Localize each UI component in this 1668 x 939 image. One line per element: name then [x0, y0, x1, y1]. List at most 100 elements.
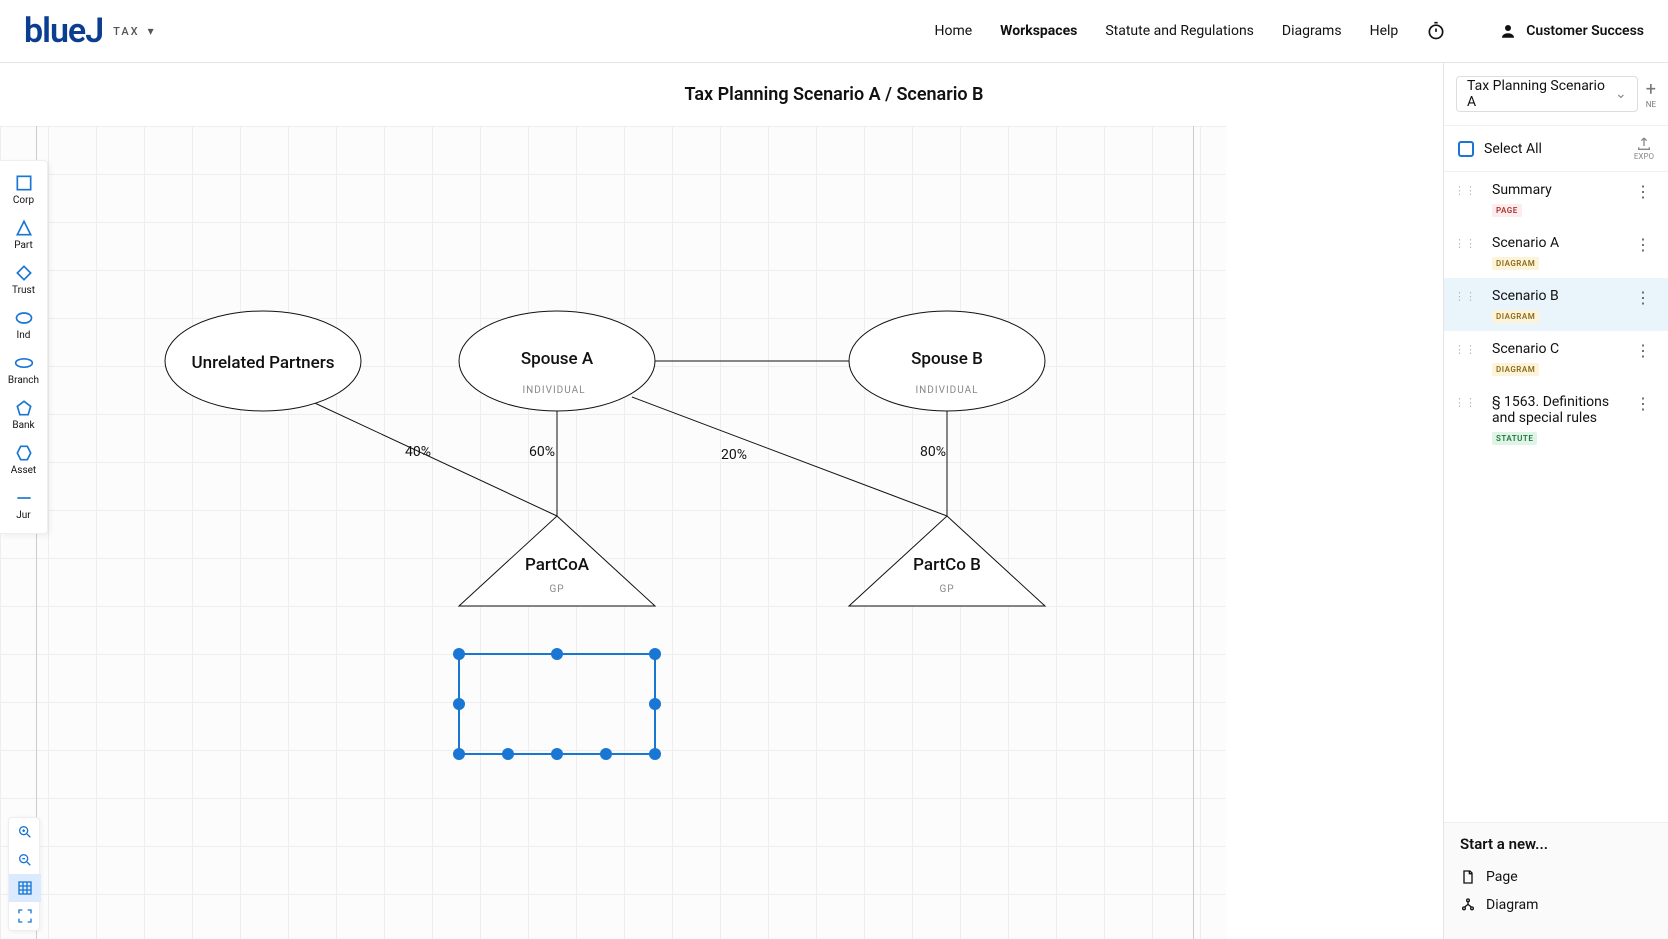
nav-help[interactable]: Help — [1370, 23, 1399, 39]
shape-bank[interactable]: Bank — [0, 392, 47, 437]
user-icon — [1498, 21, 1518, 41]
chevron-down-icon: ⌄ — [1615, 86, 1627, 102]
item-title: Scenario B — [1492, 288, 1624, 304]
canvas[interactable]: 40% 60% 20% 80% Unrelated Partners Spous… — [0, 126, 1226, 939]
shape-asset[interactable]: Asset — [0, 437, 47, 482]
diamond-icon — [14, 263, 34, 283]
product-switcher-caret[interactable]: ▾ — [148, 24, 154, 38]
topbar: blueJ TAX ▾ Home Workspaces Statute and … — [0, 0, 1668, 63]
drag-handle-icon[interactable]: ⋮⋮ — [1454, 344, 1476, 355]
fit-icon — [17, 908, 33, 924]
shape-corp[interactable]: Corp — [0, 167, 47, 212]
hexagon-icon — [14, 443, 34, 463]
list-item-1[interactable]: ⋮⋮ Scenario A DIAGRAM ⋮ — [1444, 225, 1668, 278]
shape-part[interactable]: Part — [0, 212, 47, 257]
line-icon — [14, 488, 34, 508]
square-icon — [14, 173, 34, 193]
edge-label-20: 20% — [721, 447, 747, 463]
rsb-header: Tax Planning Scenario A ⌄ + NE — [1444, 63, 1668, 126]
zoom-in-button[interactable] — [9, 818, 41, 846]
more-icon[interactable]: ⋮ — [1632, 396, 1654, 412]
edge-label-80: 80% — [920, 444, 946, 460]
logo-brand: blueJ — [24, 11, 103, 51]
item-tag: DIAGRAM — [1492, 310, 1539, 323]
stopwatch-icon[interactable] — [1426, 21, 1446, 41]
zoom-out-icon — [17, 852, 33, 868]
scenario-select[interactable]: Tax Planning Scenario A ⌄ — [1456, 76, 1638, 112]
ellipse-wide-icon — [14, 353, 34, 373]
svg-text:PartCo B: PartCo B — [913, 555, 981, 575]
list-item-0[interactable]: ⋮⋮ Summary PAGE ⋮ — [1444, 172, 1668, 225]
item-title: Summary — [1492, 182, 1624, 198]
nav-statute[interactable]: Statute and Regulations — [1105, 23, 1254, 39]
shape-branch[interactable]: Branch — [0, 347, 47, 392]
new-page-button[interactable]: Page — [1460, 863, 1652, 891]
item-title: Scenario C — [1492, 341, 1624, 357]
select-all-checkbox[interactable] — [1458, 141, 1474, 157]
drag-handle-icon[interactable]: ⋮⋮ — [1454, 185, 1476, 196]
item-tag: DIAGRAM — [1492, 257, 1539, 270]
node-partco-a[interactable]: PartCoA GP — [459, 516, 655, 606]
nav-home[interactable]: Home — [934, 23, 972, 39]
node-partco-b[interactable]: PartCo B GP — [849, 516, 1045, 606]
svg-text:Unrelated Partners: Unrelated Partners — [192, 353, 335, 373]
more-icon[interactable]: ⋮ — [1632, 237, 1654, 253]
logo-tax: TAX — [113, 25, 139, 38]
svg-text:GP: GP — [549, 584, 564, 595]
list-item-2[interactable]: ⋮⋮ Scenario B DIAGRAM ⋮ — [1444, 278, 1668, 331]
more-icon[interactable]: ⋮ — [1632, 184, 1654, 200]
export-button[interactable]: EXPO — [1634, 136, 1654, 161]
selected-shape[interactable] — [453, 648, 661, 760]
logo[interactable]: blueJ — [24, 11, 103, 51]
grid-icon — [17, 880, 33, 896]
edge-spouseA-partB[interactable] — [632, 397, 947, 516]
nav-workspaces[interactable]: Workspaces — [1000, 23, 1077, 39]
shape-jur[interactable]: Jur — [0, 482, 47, 527]
drag-handle-icon[interactable]: ⋮⋮ — [1454, 291, 1476, 302]
new-diagram-button[interactable]: Diagram — [1460, 891, 1652, 919]
drag-handle-icon[interactable]: ⋮⋮ — [1454, 397, 1476, 408]
more-icon[interactable]: ⋮ — [1632, 290, 1654, 306]
page-icon — [1460, 869, 1476, 885]
svg-text:Spouse B: Spouse B — [911, 349, 983, 369]
shape-ind[interactable]: Ind — [0, 302, 47, 347]
item-tag: DIAGRAM — [1492, 363, 1539, 376]
nav-links: Home Workspaces Statute and Regulations … — [934, 21, 1644, 41]
zoom-out-button[interactable] — [9, 846, 41, 874]
select-all-row: Select All EXPO — [1444, 126, 1668, 172]
edge-label-60: 60% — [529, 444, 555, 460]
item-tag: PAGE — [1492, 204, 1522, 217]
node-unrelated-partners[interactable]: Unrelated Partners — [165, 311, 361, 411]
zoom-in-icon — [17, 824, 33, 840]
nav-diagrams[interactable]: Diagrams — [1282, 23, 1342, 39]
node-spouse-a[interactable]: Spouse A INDIVIDUAL — [459, 311, 655, 411]
right-sidebar: Tax Planning Scenario A ⌄ + NE Select Al… — [1443, 63, 1668, 939]
list-item-4[interactable]: ⋮⋮ § 1563. Definitions and special rules S… — [1444, 384, 1668, 453]
export-icon — [1636, 136, 1652, 152]
grid-toggle-button[interactable] — [9, 874, 41, 902]
drag-handle-icon[interactable]: ⋮⋮ — [1454, 238, 1476, 249]
shape-trust[interactable]: Trust — [0, 257, 47, 302]
fit-screen-button[interactable] — [9, 902, 41, 930]
user-name: Customer Success — [1526, 23, 1644, 39]
node-spouse-b[interactable]: Spouse B INDIVIDUAL — [849, 311, 1045, 411]
more-icon[interactable]: ⋮ — [1632, 343, 1654, 359]
user-block[interactable]: Customer Success — [1498, 21, 1644, 41]
item-tag: STATUTE — [1492, 432, 1537, 445]
svg-text:PartCoA: PartCoA — [525, 555, 590, 575]
svg-text:Spouse A: Spouse A — [521, 349, 594, 369]
pentagon-icon — [14, 398, 34, 418]
ellipse-icon — [14, 308, 34, 328]
edge-label-40: 40% — [405, 444, 431, 460]
svg-text:INDIVIDUAL: INDIVIDUAL — [915, 385, 978, 396]
item-title: Scenario A — [1492, 235, 1624, 251]
new-workspace-button[interactable]: + NE — [1646, 79, 1656, 109]
rsb-footer: Start a new... Page Diagram — [1444, 822, 1668, 939]
triangle-icon — [14, 218, 34, 238]
item-list: ⋮⋮SummaryPAGE⋮⋮⋮Scenario ADIAGRAM⋮⋮⋮Scen… — [1444, 172, 1668, 822]
doc-title: Tax Planning Scenario A / Scenario B — [685, 84, 984, 105]
docbar: Tax Planning Scenario A / Scenario B DOW… — [0, 63, 1668, 126]
list-item-3[interactable]: ⋮⋮ Scenario C DIAGRAM ⋮ — [1444, 331, 1668, 384]
item-title: § 1563. Definitions and special rules — [1492, 394, 1624, 426]
select-all-label: Select All — [1484, 141, 1542, 157]
